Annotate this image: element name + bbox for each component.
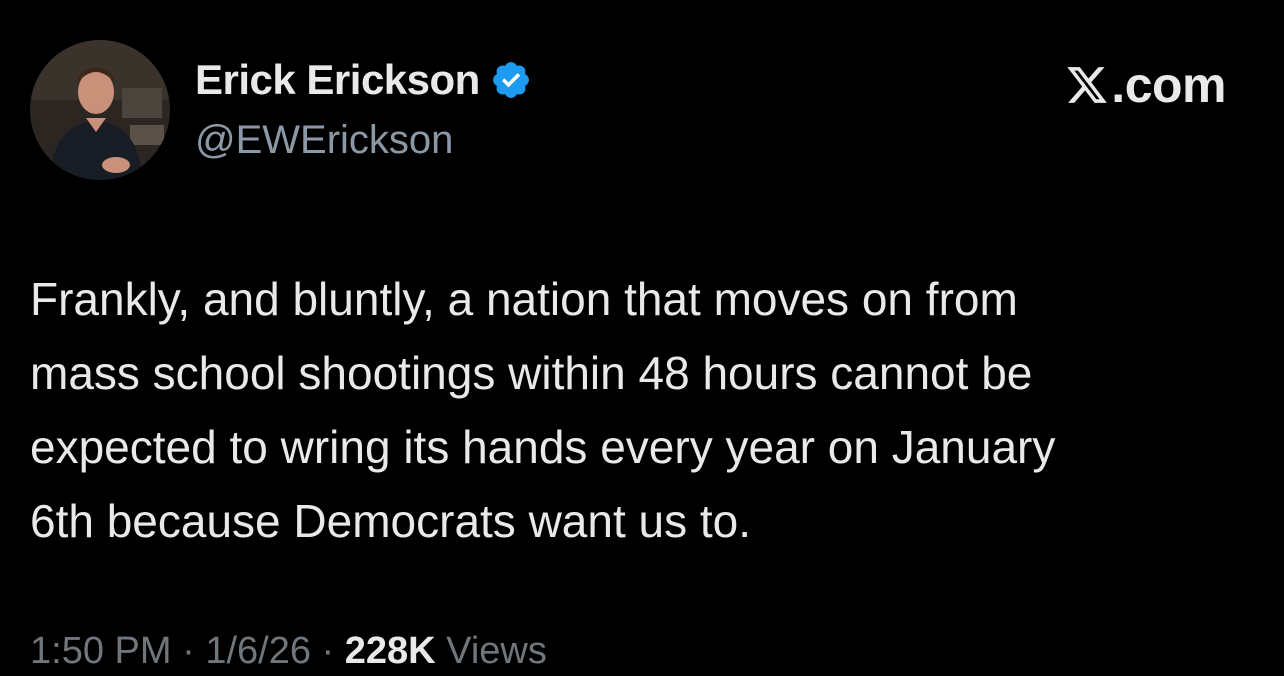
author-name-row[interactable]: Erick Erickson — [195, 56, 532, 104]
tweet-line: 6th because Democrats want us to. — [30, 495, 752, 547]
author-display-name[interactable]: Erick Erickson — [195, 56, 480, 104]
meta-separator: · — [321, 630, 335, 672]
tweet-meta: 1:50 PM · 1/6/26 · 228K Views — [30, 630, 547, 673]
views-count[interactable]: 228K — [345, 630, 436, 672]
site-watermark: .com — [1065, 56, 1226, 114]
x-logo-icon — [1067, 67, 1108, 103]
tweet-line: mass school shootings within 48 hours ca… — [30, 347, 1033, 399]
tweet-line: Frankly, and bluntly, a nation that move… — [30, 273, 1018, 325]
tweet-time[interactable]: 1:50 PM — [30, 630, 172, 672]
author-avatar[interactable] — [30, 40, 170, 180]
tweet-body: Frankly, and bluntly, a nation that move… — [30, 262, 1240, 558]
tweet-card: Erick Erickson @EWErickson .com Frankly,… — [0, 0, 1284, 676]
avatar-photo — [30, 40, 170, 180]
author-handle[interactable]: @EWErickson — [195, 118, 453, 163]
views-label[interactable]: Views — [446, 630, 547, 672]
tweet-line: expected to wring its hands every year o… — [30, 421, 1056, 473]
verified-badge-icon — [490, 59, 532, 101]
site-domain-suffix: .com — [1111, 57, 1226, 113]
meta-separator: · — [182, 630, 195, 672]
tweet-date[interactable]: 1/6/26 — [205, 630, 311, 672]
